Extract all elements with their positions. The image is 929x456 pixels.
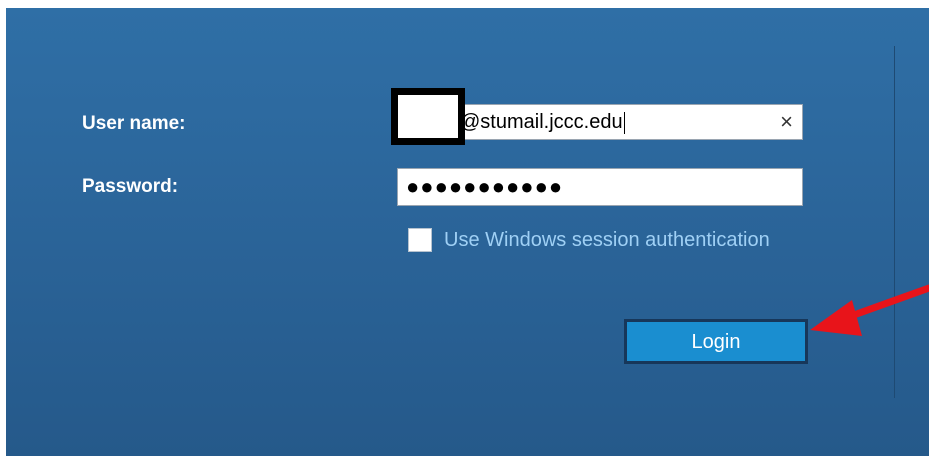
password-value: ●●●●●●●●●●● [406, 174, 564, 199]
close-icon[interactable]: × [780, 109, 793, 135]
username-value: @stumail.jccc.edu [460, 111, 625, 134]
windows-auth-label[interactable]: Use Windows session authentication [444, 228, 770, 252]
redaction-box [391, 88, 465, 145]
password-label: Password: [82, 176, 179, 197]
text-caret [623, 111, 625, 134]
password-input[interactable]: ●●●●●●●●●●● [397, 168, 803, 206]
login-button[interactable]: Login [624, 319, 808, 364]
username-label: User name: [82, 113, 186, 134]
windows-auth-checkbox[interactable] [408, 228, 432, 252]
red-arrow-icon [810, 284, 929, 336]
